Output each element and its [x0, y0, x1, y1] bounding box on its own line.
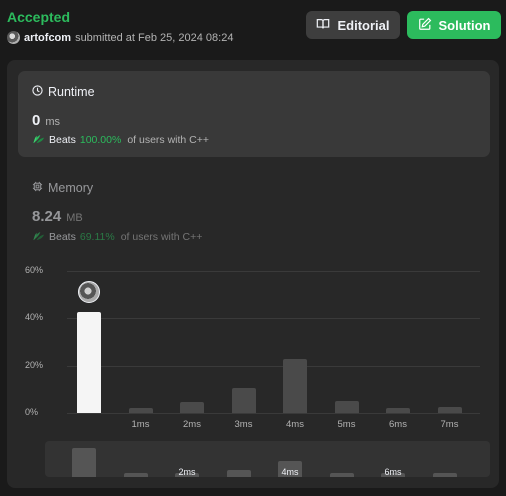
- runtime-beats-rest: of users with C++: [127, 134, 210, 146]
- minimap-bar: [432, 473, 457, 477]
- y-tick-label: 40%: [25, 312, 44, 323]
- chip-icon: [32, 181, 43, 195]
- chart-bar[interactable]: [283, 358, 307, 413]
- x-tick-label: 1ms: [131, 419, 150, 430]
- memory-unit: MB: [66, 212, 83, 224]
- y-tick-label: 20%: [25, 359, 44, 370]
- runtime-title-label: Runtime: [48, 85, 95, 99]
- submitted-time: submitted at Feb 25, 2024 08:24: [75, 31, 234, 44]
- chart-range-slider[interactable]: 2ms 4ms 6ms: [45, 441, 490, 477]
- solution-button[interactable]: Solution: [407, 11, 501, 39]
- editorial-label: Editorial: [337, 17, 390, 33]
- your-submission-avatar-marker[interactable]: [78, 281, 100, 304]
- y-tick-label: 0%: [25, 407, 39, 417]
- runtime-unit: ms: [45, 116, 61, 128]
- memory-beats-percent: 69.11%: [79, 231, 115, 243]
- clock-icon: [32, 85, 43, 99]
- submission-header: Accepted artofcom submitted at Feb 25, 2…: [0, 0, 506, 56]
- memory-card[interactable]: Memory 8.24 MB Beats 69.11% of users wit…: [18, 170, 490, 250]
- minimap-tick-label: 4ms: [281, 467, 299, 477]
- edit-icon: [418, 17, 432, 34]
- memory-beats-rest: of users with C++: [120, 231, 203, 243]
- memory-title: Memory: [32, 181, 93, 195]
- runtime-metric: 0 ms: [32, 112, 60, 129]
- y-tick-label: 60%: [25, 265, 44, 275]
- gridline: [67, 413, 480, 414]
- chart-bar[interactable]: [334, 401, 359, 413]
- memory-metric: 8.24 MB: [32, 208, 83, 225]
- runtime-beats-label: Beats: [49, 134, 76, 146]
- username-link[interactable]: artofcom: [24, 32, 71, 44]
- minimap-tick-label: 2ms: [178, 467, 196, 477]
- x-tick-label: 7ms: [440, 419, 459, 430]
- memory-beats: Beats 69.11% of users with C++: [32, 230, 202, 244]
- x-tick-label: 3ms: [234, 419, 253, 430]
- x-tick-label: 4ms: [286, 419, 304, 430]
- leaf-icon: [32, 230, 45, 244]
- memory-beats-label: Beats: [49, 231, 76, 243]
- runtime-beats-percent: 100.00%: [79, 134, 122, 146]
- chart-bar[interactable]: [231, 388, 256, 413]
- submission-status: Accepted: [7, 9, 71, 25]
- gridline: [67, 365, 480, 367]
- minimap-bar: [123, 473, 148, 477]
- memory-title-label: Memory: [48, 181, 94, 195]
- minimap-tick-label: 6ms: [384, 467, 402, 477]
- performance-panel: Runtime 0 ms Beats 100.00% of users with…: [7, 60, 499, 488]
- memory-value: 8.24: [32, 208, 62, 225]
- runtime-distribution-chart: 60% 40% 20% 0% 1ms 2ms 3ms 4ms 5ms 6ms 7ms: [7, 260, 499, 440]
- minimap-bar: [226, 469, 251, 477]
- chart-bar[interactable]: [128, 408, 153, 413]
- chart-bar[interactable]: [386, 408, 410, 413]
- x-tick-label: 5ms: [337, 419, 356, 430]
- chart-bar[interactable]: [77, 312, 101, 413]
- leaf-icon: [32, 133, 45, 147]
- chart-bar[interactable]: [437, 407, 462, 413]
- runtime-value: 0: [32, 112, 41, 129]
- chart-bar[interactable]: [180, 402, 204, 413]
- runtime-beats: Beats 100.00% of users with C++: [32, 133, 209, 147]
- gridline: [67, 271, 480, 272]
- solution-label: Solution: [438, 17, 491, 33]
- submission-meta: artofcom submitted at Feb 25, 2024 08:24: [7, 31, 233, 44]
- editorial-button[interactable]: Editorial: [306, 11, 400, 39]
- avatar[interactable]: [7, 31, 20, 44]
- book-icon: [316, 17, 330, 34]
- x-tick-label: 6ms: [389, 419, 407, 430]
- runtime-title: Runtime: [32, 85, 95, 99]
- runtime-card[interactable]: Runtime 0 ms Beats 100.00% of users with…: [18, 71, 490, 157]
- minimap-bar: [329, 473, 354, 477]
- gridline: [67, 318, 480, 320]
- minimap-bar: [72, 447, 96, 477]
- x-tick-label: 2ms: [183, 419, 201, 430]
